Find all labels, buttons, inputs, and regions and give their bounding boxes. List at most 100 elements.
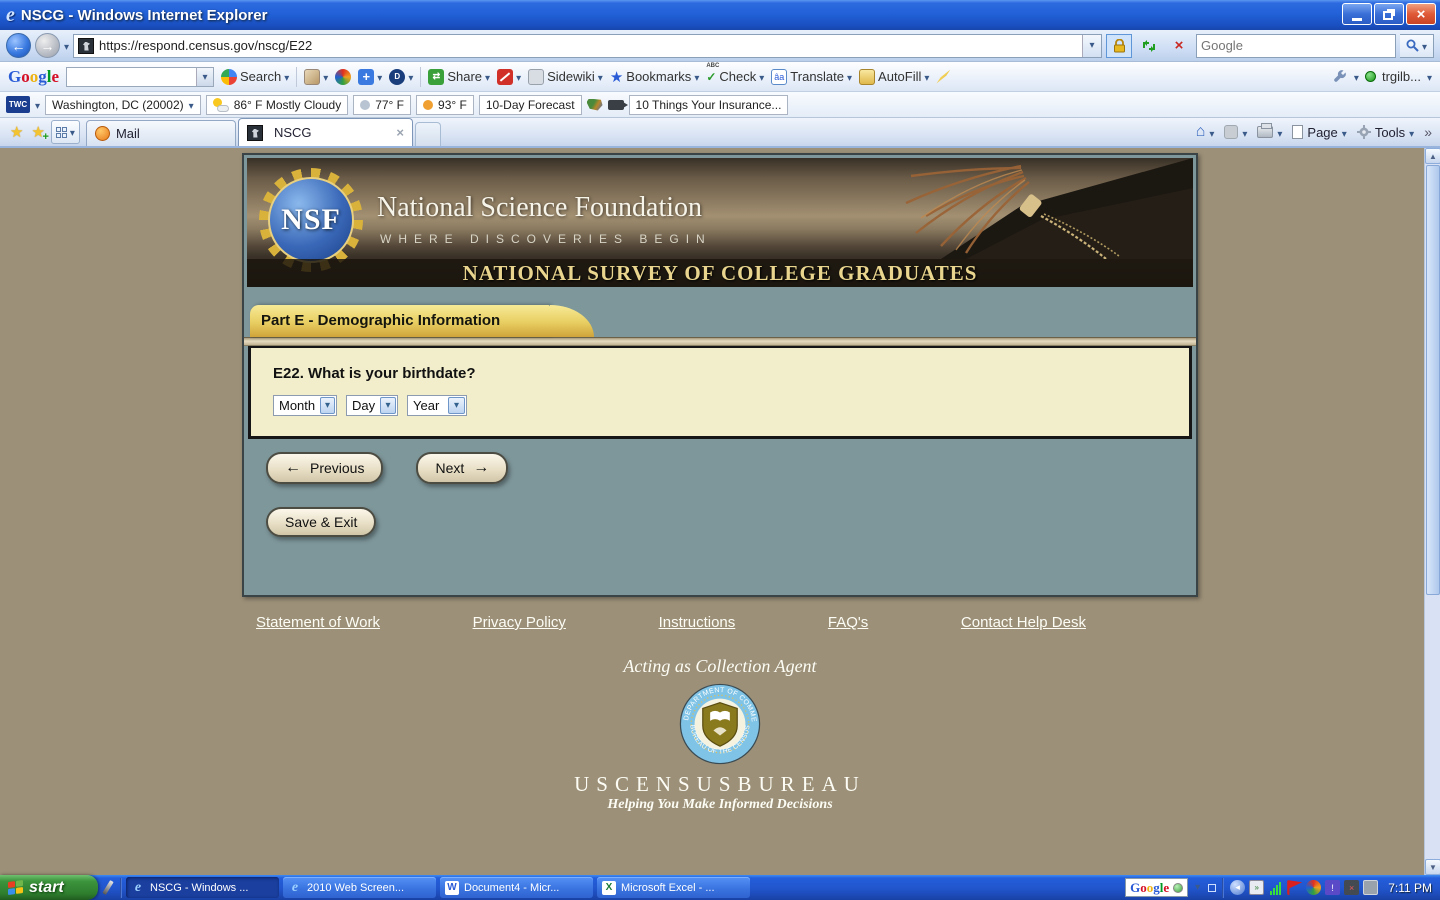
page-menu-button[interactable]: Page xyxy=(1292,125,1346,140)
url-dropdown[interactable] xyxy=(1082,35,1101,57)
scroll-down-button[interactable] xyxy=(1425,859,1440,875)
feeds-button[interactable] xyxy=(1224,125,1247,140)
account-dropdown[interactable] xyxy=(1427,69,1432,84)
home-button[interactable] xyxy=(1196,123,1215,141)
autofill-button[interactable]: AutoFill xyxy=(859,69,929,85)
current-conditions[interactable]: 86° F Mostly Cloudy xyxy=(206,95,349,115)
ie-search-box[interactable] xyxy=(1196,34,1396,58)
twc-logo[interactable]: TWC xyxy=(6,96,30,113)
search-go-button[interactable] xyxy=(1400,34,1434,58)
account-label[interactable]: trgilb... xyxy=(1382,69,1421,84)
google-desktop-search[interactable]: Google xyxy=(1125,878,1188,897)
month-select[interactable]: Month xyxy=(273,395,337,416)
previous-button[interactable]: Previous xyxy=(266,452,383,484)
day-dropdown-icon[interactable] xyxy=(380,397,396,414)
task-nscg[interactable]: NSCG - Windows ... xyxy=(126,877,279,898)
link-instructions[interactable]: Instructions xyxy=(659,614,736,631)
tray-messenger-alert-icon[interactable] xyxy=(1325,880,1340,895)
weather-map-icon[interactable] xyxy=(587,99,603,111)
tab-nscg[interactable]: NSCG xyxy=(238,118,413,146)
news-headline[interactable]: 10 Things Your Insurance... xyxy=(629,95,789,115)
settings-dropdown[interactable] xyxy=(1354,69,1359,84)
google-search-button[interactable]: Search xyxy=(221,69,289,85)
restore-button[interactable] xyxy=(1374,3,1404,25)
link-privacy-policy[interactable]: Privacy Policy xyxy=(473,614,566,631)
close-button[interactable] xyxy=(1406,3,1436,25)
address-field[interactable] xyxy=(73,34,1102,58)
desktop-search-restore-icon[interactable] xyxy=(1208,884,1216,892)
news-button[interactable] xyxy=(304,69,328,85)
desktop-search-dropdown[interactable] xyxy=(1195,882,1200,893)
share-button[interactable]: ⇄Share xyxy=(428,69,490,85)
browser-viewport: NSF National Science Foundation WHERE DI… xyxy=(0,148,1440,875)
forward-button[interactable] xyxy=(35,33,60,58)
weather-location-select[interactable]: Washington, DC (20002) xyxy=(45,95,201,115)
refresh-button[interactable] xyxy=(1136,34,1162,58)
task-excel[interactable]: Microsoft Excel - ... xyxy=(597,877,750,898)
url-input[interactable] xyxy=(99,38,1082,53)
add-gadget-button[interactable]: + xyxy=(358,69,382,85)
blocked-button[interactable] xyxy=(497,69,521,85)
next-button[interactable]: Next xyxy=(416,452,508,484)
add-favorite-icon[interactable] xyxy=(31,123,44,141)
print-button[interactable] xyxy=(1257,125,1282,140)
highlighter-button[interactable] xyxy=(936,70,950,84)
dell-button[interactable]: D xyxy=(389,69,413,85)
tab-mail[interactable]: Mail xyxy=(86,120,236,146)
twc-dropdown[interactable] xyxy=(35,98,40,112)
tray-display-icon[interactable] xyxy=(1363,880,1378,895)
year-dropdown-icon[interactable] xyxy=(448,397,465,414)
buzz-button[interactable] xyxy=(335,69,351,85)
low-temp[interactable]: 77° F xyxy=(353,95,411,115)
history-dropdown[interactable] xyxy=(64,37,69,55)
google-search-dropdown[interactable] xyxy=(196,68,213,86)
tray-wireless-display-icon[interactable] xyxy=(1249,880,1264,895)
new-tab-stub[interactable] xyxy=(415,122,441,146)
quick-tabs-button[interactable] xyxy=(51,120,80,144)
day-select[interactable]: Day xyxy=(346,395,398,416)
tools-menu-button[interactable]: Tools xyxy=(1357,125,1414,140)
favorites-star-icon[interactable] xyxy=(10,123,23,141)
wrench-icon[interactable] xyxy=(1333,69,1348,84)
highlighter-pen-icon xyxy=(936,70,950,84)
tab-close-icon[interactable] xyxy=(396,125,404,140)
bureau-name: USCENSUSBUREAU xyxy=(242,772,1198,797)
more-commands-chevron[interactable] xyxy=(1424,124,1432,140)
year-select[interactable]: Year xyxy=(407,395,467,416)
spellcheck-button[interactable]: ABCCheck xyxy=(706,69,764,84)
task-web-screen[interactable]: 2010 Web Screen... xyxy=(283,877,436,898)
start-button[interactable]: start xyxy=(0,875,98,900)
tray-signal-strength-icon[interactable] xyxy=(1268,880,1283,895)
quick-tabs-dropdown[interactable] xyxy=(70,123,75,141)
tray-hide-inactive-icon[interactable] xyxy=(1230,880,1245,895)
back-button[interactable] xyxy=(6,33,31,58)
save-exit-button[interactable]: Save & Exit xyxy=(266,507,376,537)
security-lock-button[interactable] xyxy=(1106,34,1132,58)
link-faqs[interactable]: FAQ's xyxy=(828,614,868,631)
tray-security-block-icon[interactable] xyxy=(1344,880,1359,895)
scrollbar-thumb[interactable] xyxy=(1426,165,1440,595)
stop-button[interactable] xyxy=(1166,34,1192,58)
translate-button[interactable]: âaTranslate xyxy=(771,69,852,85)
google-search-input[interactable] xyxy=(66,67,214,87)
forecast-button[interactable]: 10-Day Forecast xyxy=(479,95,582,115)
tray-pinwheel-icon[interactable] xyxy=(1306,880,1321,895)
minimize-button[interactable] xyxy=(1342,3,1372,25)
link-contact-help-desk[interactable]: Contact Help Desk xyxy=(961,614,1086,631)
month-dropdown-icon[interactable] xyxy=(320,397,335,414)
page-dropdown xyxy=(1342,125,1347,140)
link-statement-of-work[interactable]: Statement of Work xyxy=(256,614,380,631)
scroll-up-button[interactable] xyxy=(1425,148,1440,164)
bookmarks-button[interactable]: Bookmarks xyxy=(610,68,700,86)
tray-flag-alert-icon[interactable] xyxy=(1287,880,1302,895)
task-word-document[interactable]: Document4 - Micr... xyxy=(440,877,593,898)
ie-search-input[interactable] xyxy=(1201,38,1391,53)
sidewiki-button[interactable]: Sidewiki xyxy=(528,69,603,85)
vertical-scrollbar[interactable] xyxy=(1424,148,1440,875)
back-arrow-icon xyxy=(12,38,26,54)
video-camera-icon[interactable] xyxy=(608,100,624,110)
high-temp[interactable]: 93° F xyxy=(416,95,474,115)
quick-launch-pen-icon[interactable] xyxy=(102,880,113,895)
search-options-dropdown[interactable] xyxy=(1422,37,1427,55)
close-icon xyxy=(1417,6,1426,23)
